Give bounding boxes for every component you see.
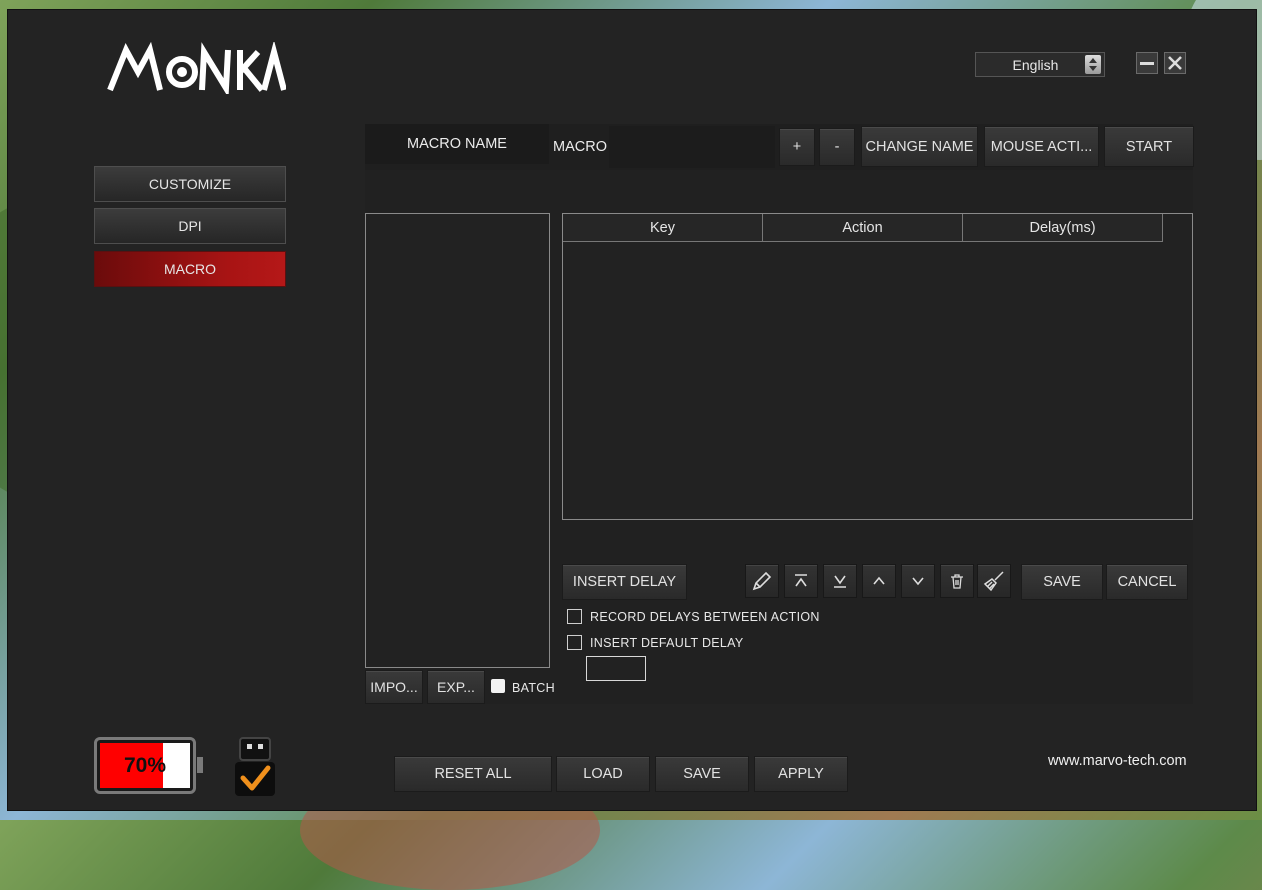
nav-dpi-label: DPI (178, 218, 202, 234)
move-top-icon (795, 574, 807, 587)
minimize-button[interactable] (1136, 52, 1158, 74)
record-delays-checkbox[interactable] (567, 609, 582, 624)
add-macro-button[interactable]: + (779, 128, 815, 166)
battery-percent-text: 70% (123, 753, 167, 777)
move-top-button[interactable] (784, 564, 818, 598)
move-down-icon (912, 577, 924, 586)
record-delays-label: RECORD DELAYS BETWEEN ACTION (590, 610, 820, 624)
remove-macro-button[interactable]: - (819, 128, 855, 166)
website-link[interactable]: www.marvo-tech.com (1048, 753, 1187, 769)
nav-macro[interactable]: MACRO (94, 251, 286, 287)
minus-icon (1140, 62, 1154, 65)
language-value: English (1012, 56, 1059, 73)
nav-dpi[interactable]: DPI (94, 208, 286, 244)
battery-terminal (197, 757, 203, 773)
col-action: Action (763, 214, 963, 242)
clear-button[interactable] (977, 564, 1011, 598)
move-bottom-icon (834, 575, 846, 588)
insert-default-delay-label: INSERT DEFAULT DELAY (590, 636, 744, 650)
macro-name-field[interactable] (609, 126, 775, 168)
load-button[interactable]: LOAD (556, 756, 650, 792)
apply-button[interactable]: APPLY (754, 756, 848, 792)
macro-name-header: MACRO NAME (365, 124, 549, 164)
delete-button[interactable] (940, 564, 974, 598)
import-button[interactable]: IMPO... (365, 670, 423, 704)
language-select[interactable]: English (975, 52, 1105, 77)
event-table: Key Action Delay(ms) (562, 213, 1193, 520)
table-header: Key Action Delay(ms) (563, 214, 1192, 242)
nav-customize[interactable]: CUSTOMIZE (94, 166, 286, 202)
start-record-button[interactable]: START (1104, 126, 1194, 167)
nav-customize-label: CUSTOMIZE (148, 176, 232, 192)
spinner-arrows-icon[interactable] (1085, 55, 1101, 74)
battery-indicator: 70% (94, 737, 203, 794)
brush-icon (983, 571, 1004, 592)
app-window: English CUSTOMIZE DPI MACRO MACRO NAME M… (8, 10, 1256, 810)
close-button[interactable] (1164, 52, 1186, 74)
change-name-button[interactable]: CHANGE NAME (861, 126, 978, 167)
usb-connected-icon (235, 737, 275, 796)
move-down-button[interactable] (901, 564, 935, 598)
batch-label: BATCH (512, 681, 555, 695)
col-delay: Delay(ms) (963, 214, 1163, 242)
battery-track: 70% (100, 743, 190, 788)
reset-all-button[interactable]: RESET ALL (394, 756, 552, 792)
default-delay-input[interactable] (586, 656, 646, 681)
trash-icon (951, 574, 963, 589)
export-button[interactable]: EXP... (427, 670, 485, 704)
pencil-icon (752, 571, 772, 591)
move-up-icon (873, 576, 885, 585)
monka-logo (107, 42, 286, 94)
editor-cancel-button[interactable]: CANCEL (1106, 564, 1188, 600)
macro-list[interactable] (365, 213, 550, 668)
insert-delay-button[interactable]: INSERT DELAY (562, 564, 687, 600)
close-icon (1168, 56, 1182, 70)
mouse-action-button[interactable]: MOUSE ACTI... (984, 126, 1099, 167)
insert-default-delay-checkbox[interactable] (567, 635, 582, 650)
save-button[interactable]: SAVE (655, 756, 749, 792)
batch-checkbox[interactable] (491, 679, 505, 693)
editor-save-button[interactable]: SAVE (1021, 564, 1103, 600)
macro-label: MACRO (553, 139, 607, 155)
move-bottom-button[interactable] (823, 564, 857, 598)
col-key: Key (563, 214, 763, 242)
edit-button[interactable] (745, 564, 779, 598)
table-body[interactable] (563, 242, 1192, 518)
move-up-button[interactable] (862, 564, 896, 598)
nav-macro-label: MACRO (163, 261, 217, 277)
